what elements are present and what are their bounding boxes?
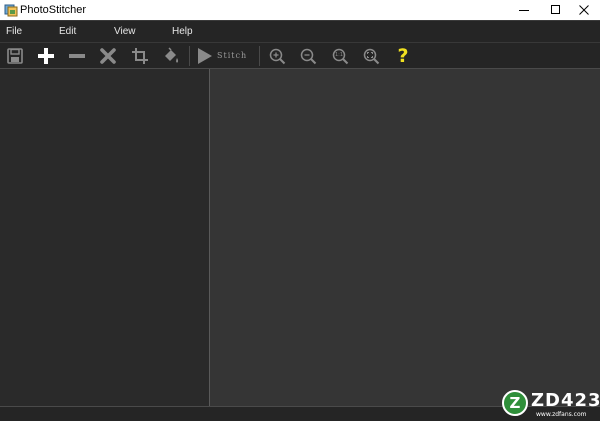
menu-file[interactable]: File — [6, 26, 22, 38]
crop-button[interactable] — [129, 45, 151, 67]
add-image-button[interactable] — [35, 45, 57, 67]
title-bar: PhotoStitcher — [0, 0, 600, 20]
toolbar-separator — [259, 46, 260, 66]
menu-help[interactable]: Help — [172, 26, 193, 38]
plus-icon — [38, 48, 54, 64]
watermark-site: www.zdfans.com — [536, 411, 587, 418]
watermark: Z ZD423 www.zdfans.com — [500, 388, 600, 421]
minimize-icon — [519, 10, 529, 11]
play-icon — [198, 48, 212, 64]
window-title: PhotoStitcher — [20, 4, 87, 16]
crop-icon — [132, 48, 148, 64]
preview-canvas[interactable] — [210, 69, 600, 406]
minimize-button[interactable] — [508, 0, 540, 20]
minus-icon — [69, 54, 85, 58]
paint-bucket-icon — [165, 47, 179, 63]
image-list-panel[interactable] — [0, 69, 210, 406]
x-icon — [100, 48, 116, 64]
floppy-disk-icon — [7, 48, 23, 64]
stitch-button[interactable]: Stitch — [195, 45, 253, 67]
save-button[interactable] — [4, 45, 26, 67]
zoom-fit-icon — [363, 48, 380, 65]
close-icon — [579, 5, 589, 15]
zoom-out-icon — [300, 48, 317, 65]
watermark-badge-letter: Z — [509, 394, 521, 412]
menu-edit[interactable]: Edit — [59, 26, 76, 38]
close-button[interactable] — [568, 0, 600, 20]
menu-bar: File Edit View Help — [0, 20, 600, 42]
watermark-brand: ZD423 — [531, 390, 600, 411]
delete-button[interactable] — [97, 45, 119, 67]
question-mark-icon: ? — [397, 45, 409, 67]
zoom-out-button[interactable] — [297, 45, 319, 67]
watermark-badge: Z — [502, 390, 528, 416]
fill-button[interactable] — [160, 45, 182, 67]
menu-view[interactable]: View — [114, 26, 136, 38]
app-icon — [4, 4, 18, 17]
maximize-icon — [551, 5, 560, 14]
zoom-fit-button[interactable] — [360, 45, 382, 67]
help-button[interactable]: ? — [392, 45, 414, 67]
remove-image-button[interactable] — [66, 45, 88, 67]
stitch-label: Stitch — [217, 51, 248, 60]
toolbar: Stitch 1:1 ? — [0, 42, 600, 69]
zoom-actual-size-button[interactable]: 1:1 — [329, 45, 351, 67]
zoom-in-icon — [269, 48, 286, 65]
toolbar-separator — [189, 46, 190, 66]
zoom-1to1-label: 1:1 — [335, 52, 344, 58]
zoom-in-button[interactable] — [266, 45, 288, 67]
